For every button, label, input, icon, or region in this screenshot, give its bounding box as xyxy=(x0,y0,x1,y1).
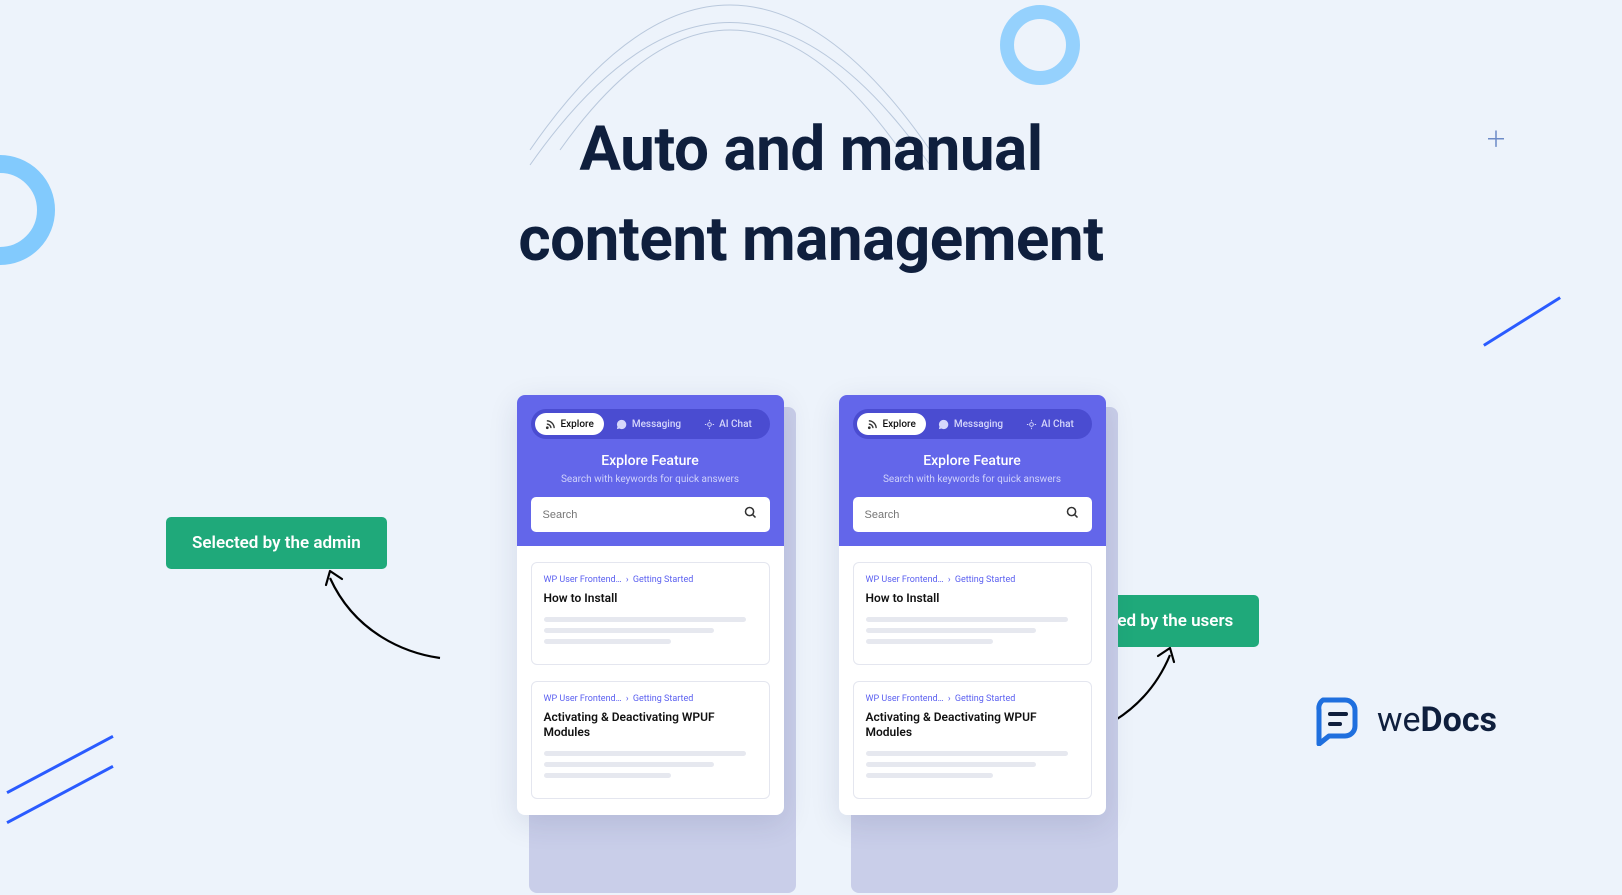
panel-users: Explore Messaging AI Chat Explore Featur… xyxy=(839,395,1106,895)
card-title: How to Install xyxy=(544,591,757,607)
crumb-b: Getting Started xyxy=(633,575,693,585)
search-row[interactable] xyxy=(853,497,1092,532)
skeleton-line xyxy=(866,773,994,778)
logo-icon xyxy=(1311,694,1363,746)
search-row[interactable] xyxy=(531,497,770,532)
tab-explore[interactable]: Explore xyxy=(535,413,604,435)
breadcrumb: WP User Frontend… › Getting Started xyxy=(544,575,757,585)
chat-icon xyxy=(616,418,628,430)
skeleton-line xyxy=(544,617,746,622)
breadcrumb: WP User Frontend… › Getting Started xyxy=(544,694,757,704)
tab-ai-chat[interactable]: AI Chat xyxy=(693,413,762,435)
tab-messaging[interactable]: Messaging xyxy=(606,413,691,435)
search-input[interactable] xyxy=(865,509,1065,521)
panel-body: WP User Frontend… › Getting Started How … xyxy=(517,546,784,815)
chevron-right-icon: › xyxy=(948,575,951,585)
tab-messaging[interactable]: Messaging xyxy=(928,413,1013,435)
crumb-b: Getting Started xyxy=(955,575,1015,585)
tab-explore-label: Explore xyxy=(883,419,916,430)
panel-body: WP User Frontend… › Getting Started How … xyxy=(839,546,1106,815)
card-title: Activating & Deactivating WPUF Modules xyxy=(544,710,757,741)
skeleton-line xyxy=(544,639,672,644)
panels-row: Explore Messaging AI Chat Explore Featur… xyxy=(0,395,1622,895)
skeleton-line xyxy=(866,751,1068,756)
rss-icon xyxy=(867,418,879,430)
panel-header: Explore Messaging AI Chat Explore Featur… xyxy=(517,395,784,546)
skeleton-line xyxy=(544,773,672,778)
breadcrumb: WP User Frontend… › Getting Started xyxy=(866,575,1079,585)
logo-text: weDocs xyxy=(1377,700,1497,740)
crumb-a: WP User Frontend… xyxy=(866,694,944,704)
crumb-a: WP User Frontend… xyxy=(544,575,622,585)
tab-explore[interactable]: Explore xyxy=(857,413,926,435)
result-card[interactable]: WP User Frontend… › Getting Started Acti… xyxy=(853,681,1092,799)
chevron-right-icon: › xyxy=(948,694,951,704)
crumb-a: WP User Frontend… xyxy=(866,575,944,585)
panel-subtitle: Search with keywords for quick answers xyxy=(531,474,770,485)
tab-ai-chat[interactable]: AI Chat xyxy=(1015,413,1084,435)
chevron-right-icon: › xyxy=(626,575,629,585)
headline: Auto and manual content management xyxy=(0,105,1622,285)
skeleton-line xyxy=(544,762,714,767)
logo-docs: Docs xyxy=(1421,700,1497,740)
tab-messaging-label: Messaging xyxy=(632,419,681,430)
logo-we: we xyxy=(1377,700,1421,740)
sparkle-icon xyxy=(703,418,715,430)
tab-explore-label: Explore xyxy=(561,419,594,430)
search-icon xyxy=(743,505,758,524)
panel-header: Explore Messaging AI Chat Explore Featur… xyxy=(839,395,1106,546)
panel-title: Explore Feature xyxy=(531,453,770,469)
skeleton-line xyxy=(544,751,746,756)
tab-ai-chat-label: AI Chat xyxy=(1041,419,1074,430)
search-input[interactable] xyxy=(543,509,743,521)
tab-bar: Explore Messaging AI Chat xyxy=(531,409,770,439)
skeleton-line xyxy=(866,628,1036,633)
skeleton-line xyxy=(866,639,994,644)
skeleton-line xyxy=(866,762,1036,767)
result-card[interactable]: WP User Frontend… › Getting Started How … xyxy=(531,562,770,665)
result-card[interactable]: WP User Frontend… › Getting Started Acti… xyxy=(531,681,770,799)
chevron-right-icon: › xyxy=(626,694,629,704)
chat-icon xyxy=(938,418,950,430)
crumb-b: Getting Started xyxy=(955,694,1015,704)
rss-icon xyxy=(545,418,557,430)
search-icon xyxy=(1065,505,1080,524)
card-title: Activating & Deactivating WPUF Modules xyxy=(866,710,1079,741)
crumb-b: Getting Started xyxy=(633,694,693,704)
headline-line-1: Auto and manual xyxy=(579,113,1042,186)
deco-circle-top xyxy=(1000,5,1080,85)
skeleton-line xyxy=(544,628,714,633)
tab-ai-chat-label: AI Chat xyxy=(719,419,752,430)
panel-admin: Explore Messaging AI Chat Explore Featur… xyxy=(517,395,784,895)
panel-title: Explore Feature xyxy=(853,453,1092,469)
skeleton-line xyxy=(866,617,1068,622)
tab-bar: Explore Messaging AI Chat xyxy=(853,409,1092,439)
crumb-a: WP User Frontend… xyxy=(544,694,622,704)
headline-line-2: content management xyxy=(518,203,1103,276)
sparkle-icon xyxy=(1025,418,1037,430)
logo: weDocs xyxy=(1311,694,1497,746)
tab-messaging-label: Messaging xyxy=(954,419,1003,430)
breadcrumb: WP User Frontend… › Getting Started xyxy=(866,694,1079,704)
result-card[interactable]: WP User Frontend… › Getting Started How … xyxy=(853,562,1092,665)
panel-subtitle: Search with keywords for quick answers xyxy=(853,474,1092,485)
deco-line-right xyxy=(1483,296,1561,346)
card-title: How to Install xyxy=(866,591,1079,607)
